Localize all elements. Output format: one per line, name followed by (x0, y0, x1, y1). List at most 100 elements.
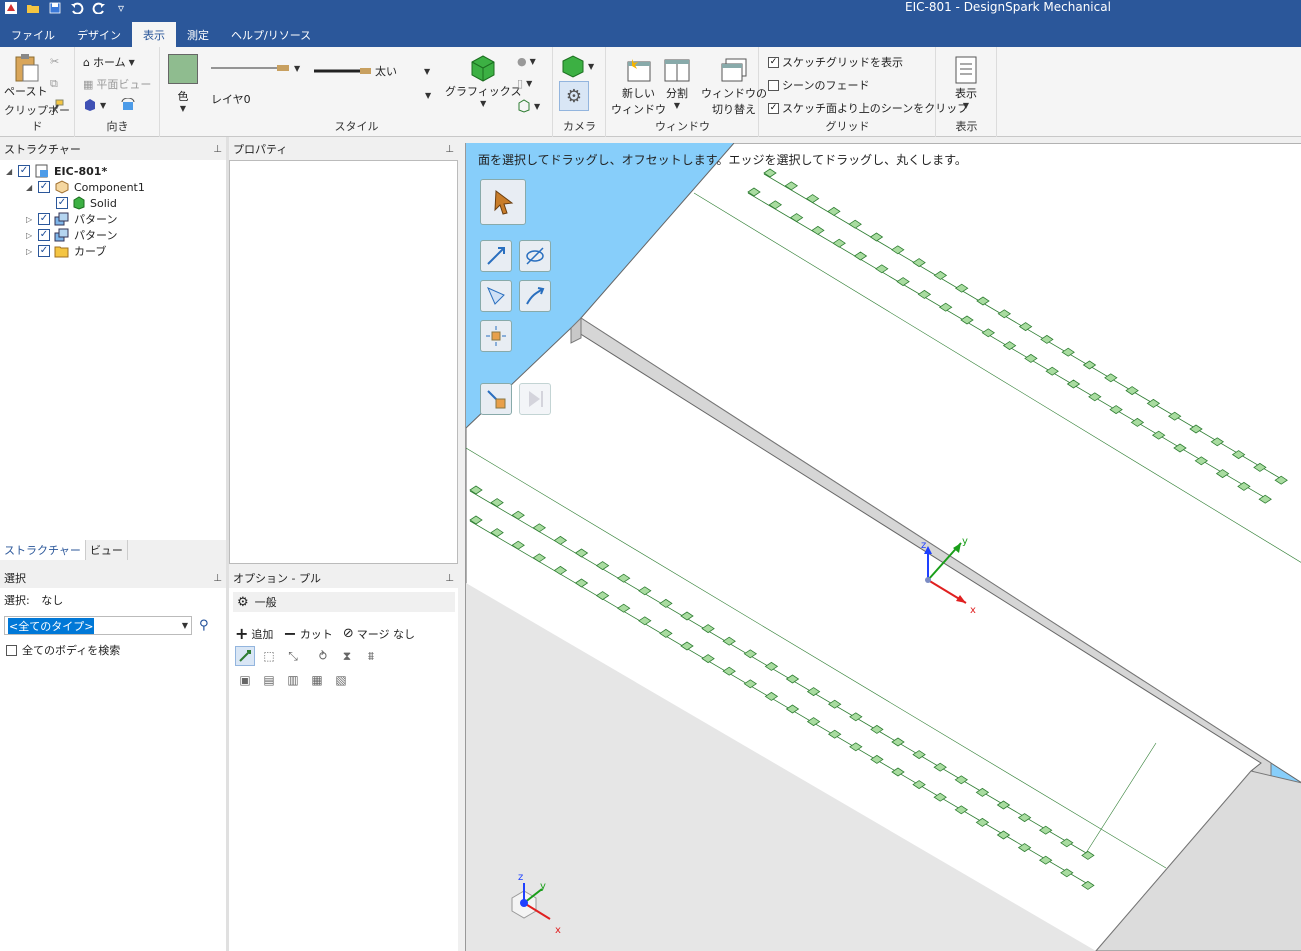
camera-settings-button[interactable]: ⚙ (559, 81, 589, 111)
box-icon[interactable]: ▯ ▼ (517, 77, 532, 90)
checkbox-checked-icon[interactable]: ✓ (38, 245, 50, 257)
options-general-section[interactable]: ⚙ 一般 (233, 592, 455, 612)
tree-item-pattern-1[interactable]: ▷ ✓ パターン (26, 211, 117, 227)
pivot-edge-icon[interactable]: ⤡ (283, 646, 303, 666)
collapse-icon[interactable]: ▷ (26, 231, 34, 240)
cut-icon[interactable]: ✂ (50, 55, 59, 68)
undo-icon[interactable] (68, 0, 86, 16)
split-window-button[interactable]: 分割 ▼ (662, 55, 692, 110)
home-button[interactable]: ⌂ ホーム ▼ (83, 54, 135, 70)
up-to-icon[interactable]: ⬚ (259, 646, 279, 666)
origin-y-label: y (962, 536, 968, 547)
up-to-tool[interactable] (480, 280, 512, 312)
color-button[interactable]: 色 ▼ (168, 54, 198, 113)
expand-icon[interactable]: ◢ (6, 167, 14, 176)
tree-item-curves[interactable]: ▷ ✓ カーブ (26, 243, 106, 259)
extend-icon[interactable]: ▦ (307, 670, 327, 690)
options-panel-header: オプション - プル ⊥ (229, 568, 458, 588)
checkbox-checked-icon[interactable]: ✓ (56, 197, 68, 209)
pin-icon[interactable]: ⊥ (445, 144, 454, 155)
display-button[interactable]: 表示 ▼ (951, 55, 981, 110)
new-window-button[interactable]: 新しい ウィンドウ (611, 55, 666, 117)
line-style-dropdown[interactable]: ▼ (211, 63, 300, 73)
show-sketch-grid-checkbox[interactable]: ✓ スケッチグリッドを表示 (768, 54, 903, 70)
copy-icon[interactable]: ⧉ (50, 77, 58, 91)
origin-point (925, 577, 931, 583)
search-icon[interactable]: ⚲ (199, 618, 209, 633)
switch-window-button[interactable]: ウィンドウの 切り替え (701, 55, 767, 117)
pin-icon[interactable]: ⊥ (213, 573, 222, 584)
tree-item-solid[interactable]: ✓ Solid (56, 195, 117, 211)
scene-fade-checkbox[interactable]: シーンのフェード (768, 77, 869, 93)
plan-view-button[interactable]: ▦ 平面ビュー (83, 76, 151, 92)
display-group: 表示 ▼ 表示 (937, 47, 997, 137)
gear-icon: ⚙ (237, 594, 249, 610)
no-merge-option[interactable]: ⊘ マージ なし (343, 626, 415, 642)
tab-design[interactable]: デザイン (66, 22, 132, 47)
app-icon[interactable] (2, 0, 20, 16)
pin-icon[interactable]: ⊥ (445, 573, 454, 584)
layer-dropdown-arrow[interactable]: ▼ (425, 91, 431, 100)
select-axis-tool[interactable] (519, 240, 551, 272)
select-direction-icon[interactable] (235, 646, 255, 666)
tree-item-root[interactable]: ◢ ✓ EIC-801* (6, 163, 107, 179)
offset-icon[interactable]: ▧ (331, 670, 351, 690)
checkbox-checked-icon[interactable]: ✓ (38, 181, 50, 193)
tab-structure[interactable]: ストラクチャー (0, 540, 86, 560)
cube-gizmo-icon (486, 326, 506, 346)
tab-measure[interactable]: 測定 (176, 22, 220, 47)
view-z-label: z (518, 872, 523, 883)
camera-group: ▼ ⚙ カメラ (554, 47, 606, 137)
checkbox-checked-icon[interactable]: ✓ (18, 165, 30, 177)
sphere-icon[interactable]: ● ▼ (517, 55, 536, 68)
complete-tool-button[interactable] (480, 383, 512, 415)
type-filter-combo[interactable]: <全てのタイプ> ▼ (4, 616, 192, 635)
tab-display[interactable]: 表示 (132, 22, 176, 47)
chevron-down-icon: ▼ (962, 101, 970, 110)
paste-button[interactable]: ペースト (4, 53, 47, 99)
view-cube-button[interactable]: ▼ (83, 98, 106, 112)
redo-icon[interactable] (90, 0, 108, 16)
layer-label[interactable]: レイヤ0 (211, 91, 251, 107)
sweep-icon[interactable]: ⧗ (337, 646, 357, 666)
customize-qat-icon[interactable]: ▿ (112, 0, 130, 16)
tab-help[interactable]: ヘルプ/リソース (220, 22, 322, 47)
collapse-icon[interactable]: ▷ (26, 215, 34, 224)
draft-icon[interactable]: ⩩ (361, 646, 381, 666)
graphics-button[interactable]: グラフィックス ▼ (445, 53, 521, 108)
pivot-tool[interactable] (519, 280, 551, 312)
collapse-icon[interactable]: ▷ (26, 247, 34, 256)
cut-option[interactable]: − カット (283, 624, 332, 643)
both-sides-icon[interactable]: ▣ (235, 670, 255, 690)
tab-file[interactable]: ファイル (0, 22, 66, 47)
tree-item-pattern-2[interactable]: ▷ ✓ パターン (26, 227, 117, 243)
ruled-extrude-icon[interactable]: ▤ (259, 670, 279, 690)
camera-view-button[interactable]: ▼ (561, 54, 594, 78)
rotate-model-tool[interactable] (480, 320, 512, 352)
wireframe-icon[interactable]: ▼ (517, 99, 540, 113)
select-direction-tool[interactable] (480, 240, 512, 272)
tree-item-component[interactable]: ◢ ✓ Component1 (26, 179, 145, 195)
open-icon[interactable] (24, 0, 42, 16)
checkbox-checked-icon[interactable]: ✓ (38, 213, 50, 225)
revolve-icon[interactable]: ⥁ (313, 646, 333, 666)
tab-view[interactable]: ビュー (86, 540, 128, 560)
pull-tool-row-2: ▣ ▤ ▥ ▦ ▧ (235, 670, 351, 690)
3d-viewport[interactable]: z x y z x y 面を選択してドラッグし、オフセットします。エッジを選択し… (465, 143, 1301, 951)
line-weight-dropdown[interactable]: 太い ▼ (314, 63, 430, 79)
save-icon[interactable] (46, 0, 64, 16)
next-tool-button[interactable] (519, 383, 551, 415)
select-tool-button[interactable] (480, 179, 526, 225)
chevron-down-icon: ▼ (673, 101, 681, 110)
search-all-bodies-checkbox[interactable]: 全てのボディを検索 (6, 642, 120, 658)
checkbox-unchecked-icon (768, 79, 779, 91)
add-option[interactable]: + 追加 (235, 624, 273, 643)
plus-icon: + (235, 624, 249, 643)
rotate-extrude-icon[interactable]: ▥ (283, 670, 303, 690)
paste-icon (11, 53, 41, 83)
expand-icon[interactable]: ◢ (26, 183, 34, 192)
model-canvas[interactable]: z x y z x y (466, 143, 1301, 951)
checkbox-checked-icon[interactable]: ✓ (38, 229, 50, 241)
pin-icon[interactable]: ⊥ (213, 144, 222, 155)
spin-view-button[interactable] (120, 98, 136, 112)
